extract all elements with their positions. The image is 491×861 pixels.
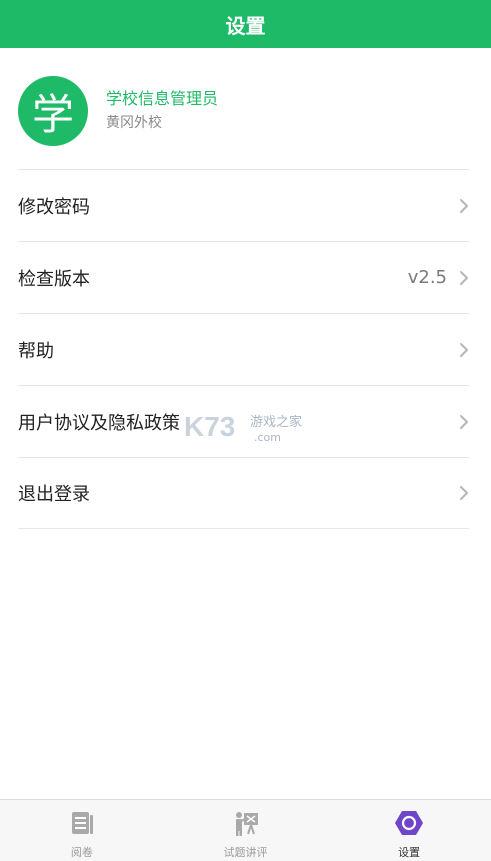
watermark-logo: K73 K73 游戏之家 .com bbox=[183, 410, 303, 445]
svg-text:.com: .com bbox=[254, 431, 281, 444]
menu-item-help[interactable]: 帮助 bbox=[18, 313, 469, 385]
chevron-right-icon bbox=[460, 198, 468, 213]
settings-menu: 修改密码 检查版本 v2.5 帮助 用户协议及隐私政策 退出登录 bbox=[18, 169, 469, 529]
version-value: v2.5 bbox=[407, 267, 447, 288]
menu-item-label: 修改密码 bbox=[18, 196, 90, 218]
tab-settings[interactable]: 设置 bbox=[327, 800, 491, 861]
tab-lecture[interactable]: 试题讲评 bbox=[164, 800, 328, 861]
menu-item-check-version[interactable]: 检查版本 v2.5 bbox=[18, 241, 469, 313]
menu-item-label: 退出登录 bbox=[18, 484, 90, 505]
tab-label: 设置 bbox=[398, 846, 421, 859]
avatar: 学 bbox=[18, 76, 88, 146]
page-title: 设置 bbox=[225, 13, 266, 38]
menu-item-label: 检查版本 bbox=[18, 268, 90, 290]
menu-item-logout[interactable]: 退出登录 bbox=[18, 457, 469, 529]
settings-hexagon-icon bbox=[395, 811, 424, 835]
header-bar: 设置 bbox=[0, 0, 491, 48]
chevron-right-icon bbox=[460, 270, 468, 285]
tab-review[interactable]: 阅卷 bbox=[0, 800, 164, 861]
tab-label: 阅卷 bbox=[70, 846, 93, 859]
chevron-right-icon bbox=[460, 414, 468, 429]
bottom-tab-bar: 阅卷 试题讲评 设置 bbox=[0, 799, 491, 861]
avatar-char: 学 bbox=[31, 89, 74, 139]
menu-item-label: 用户协议及隐私政策 bbox=[18, 412, 180, 434]
profile-card: 学 学校信息管理员 黄冈外校 bbox=[18, 72, 473, 150]
menu-item-change-password[interactable]: 修改密码 bbox=[18, 169, 469, 241]
svg-text:游戏之家: 游戏之家 bbox=[250, 414, 302, 430]
profile-name: 学校信息管理员 bbox=[106, 89, 219, 108]
menu-item-label: 帮助 bbox=[18, 340, 54, 362]
profile-school: 黄冈外校 bbox=[106, 115, 162, 131]
chevron-right-icon bbox=[460, 486, 468, 500]
tab-label: 试题讲评 bbox=[223, 846, 268, 859]
svg-text:K73: K73 bbox=[184, 411, 235, 442]
lecture-icon bbox=[235, 812, 258, 836]
paper-icon bbox=[71, 812, 93, 834]
chevron-right-icon bbox=[460, 342, 468, 357]
